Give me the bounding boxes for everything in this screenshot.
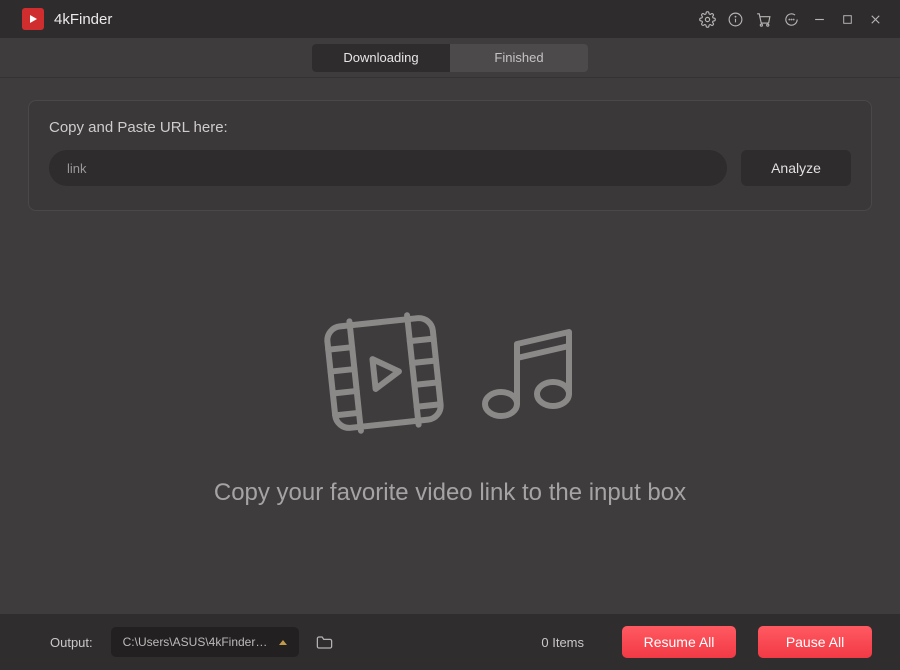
main-area: Copy and Paste URL here: Analyze bbox=[0, 78, 900, 614]
analyze-button[interactable]: Analyze bbox=[741, 150, 851, 186]
open-folder-button[interactable] bbox=[311, 628, 339, 656]
tab-finished[interactable]: Finished bbox=[450, 44, 588, 72]
tab-downloading[interactable]: Downloading bbox=[312, 44, 450, 72]
empty-state: Copy your favorite video link to the inp… bbox=[214, 201, 686, 614]
url-panel-label: Copy and Paste URL here: bbox=[49, 119, 851, 136]
titlebar: 4kFinder bbox=[0, 0, 900, 38]
pause-all-button[interactable]: Pause All bbox=[758, 626, 872, 658]
maximize-icon[interactable] bbox=[834, 6, 860, 32]
film-icon bbox=[319, 308, 449, 443]
tabs-row: Downloading Finished bbox=[0, 38, 900, 78]
caret-up-icon bbox=[279, 640, 287, 645]
feedback-icon[interactable] bbox=[778, 6, 804, 32]
output-path-text: C:\Users\ASUS\4kFinder\Do bbox=[123, 635, 271, 649]
url-row: Analyze bbox=[49, 150, 851, 186]
cart-icon[interactable] bbox=[750, 6, 776, 32]
info-icon[interactable] bbox=[722, 6, 748, 32]
url-panel: Copy and Paste URL here: Analyze bbox=[28, 100, 872, 211]
app-logo-icon bbox=[22, 8, 44, 30]
items-count: 0 Items bbox=[541, 635, 584, 650]
empty-illustration bbox=[319, 308, 581, 443]
resume-all-button[interactable]: Resume All bbox=[622, 626, 736, 658]
app-title: 4kFinder bbox=[54, 11, 112, 28]
url-input[interactable] bbox=[49, 150, 727, 186]
bottom-bar: Output: C:\Users\ASUS\4kFinder\Do 0 Item… bbox=[0, 614, 900, 670]
empty-caption: Copy your favorite video link to the inp… bbox=[214, 479, 686, 507]
music-note-icon bbox=[471, 318, 581, 433]
minimize-icon[interactable] bbox=[806, 6, 832, 32]
output-label: Output: bbox=[50, 635, 93, 650]
settings-icon[interactable] bbox=[694, 6, 720, 32]
close-icon[interactable] bbox=[862, 6, 888, 32]
output-path-selector[interactable]: C:\Users\ASUS\4kFinder\Do bbox=[111, 627, 299, 657]
tabs: Downloading Finished bbox=[312, 44, 588, 72]
